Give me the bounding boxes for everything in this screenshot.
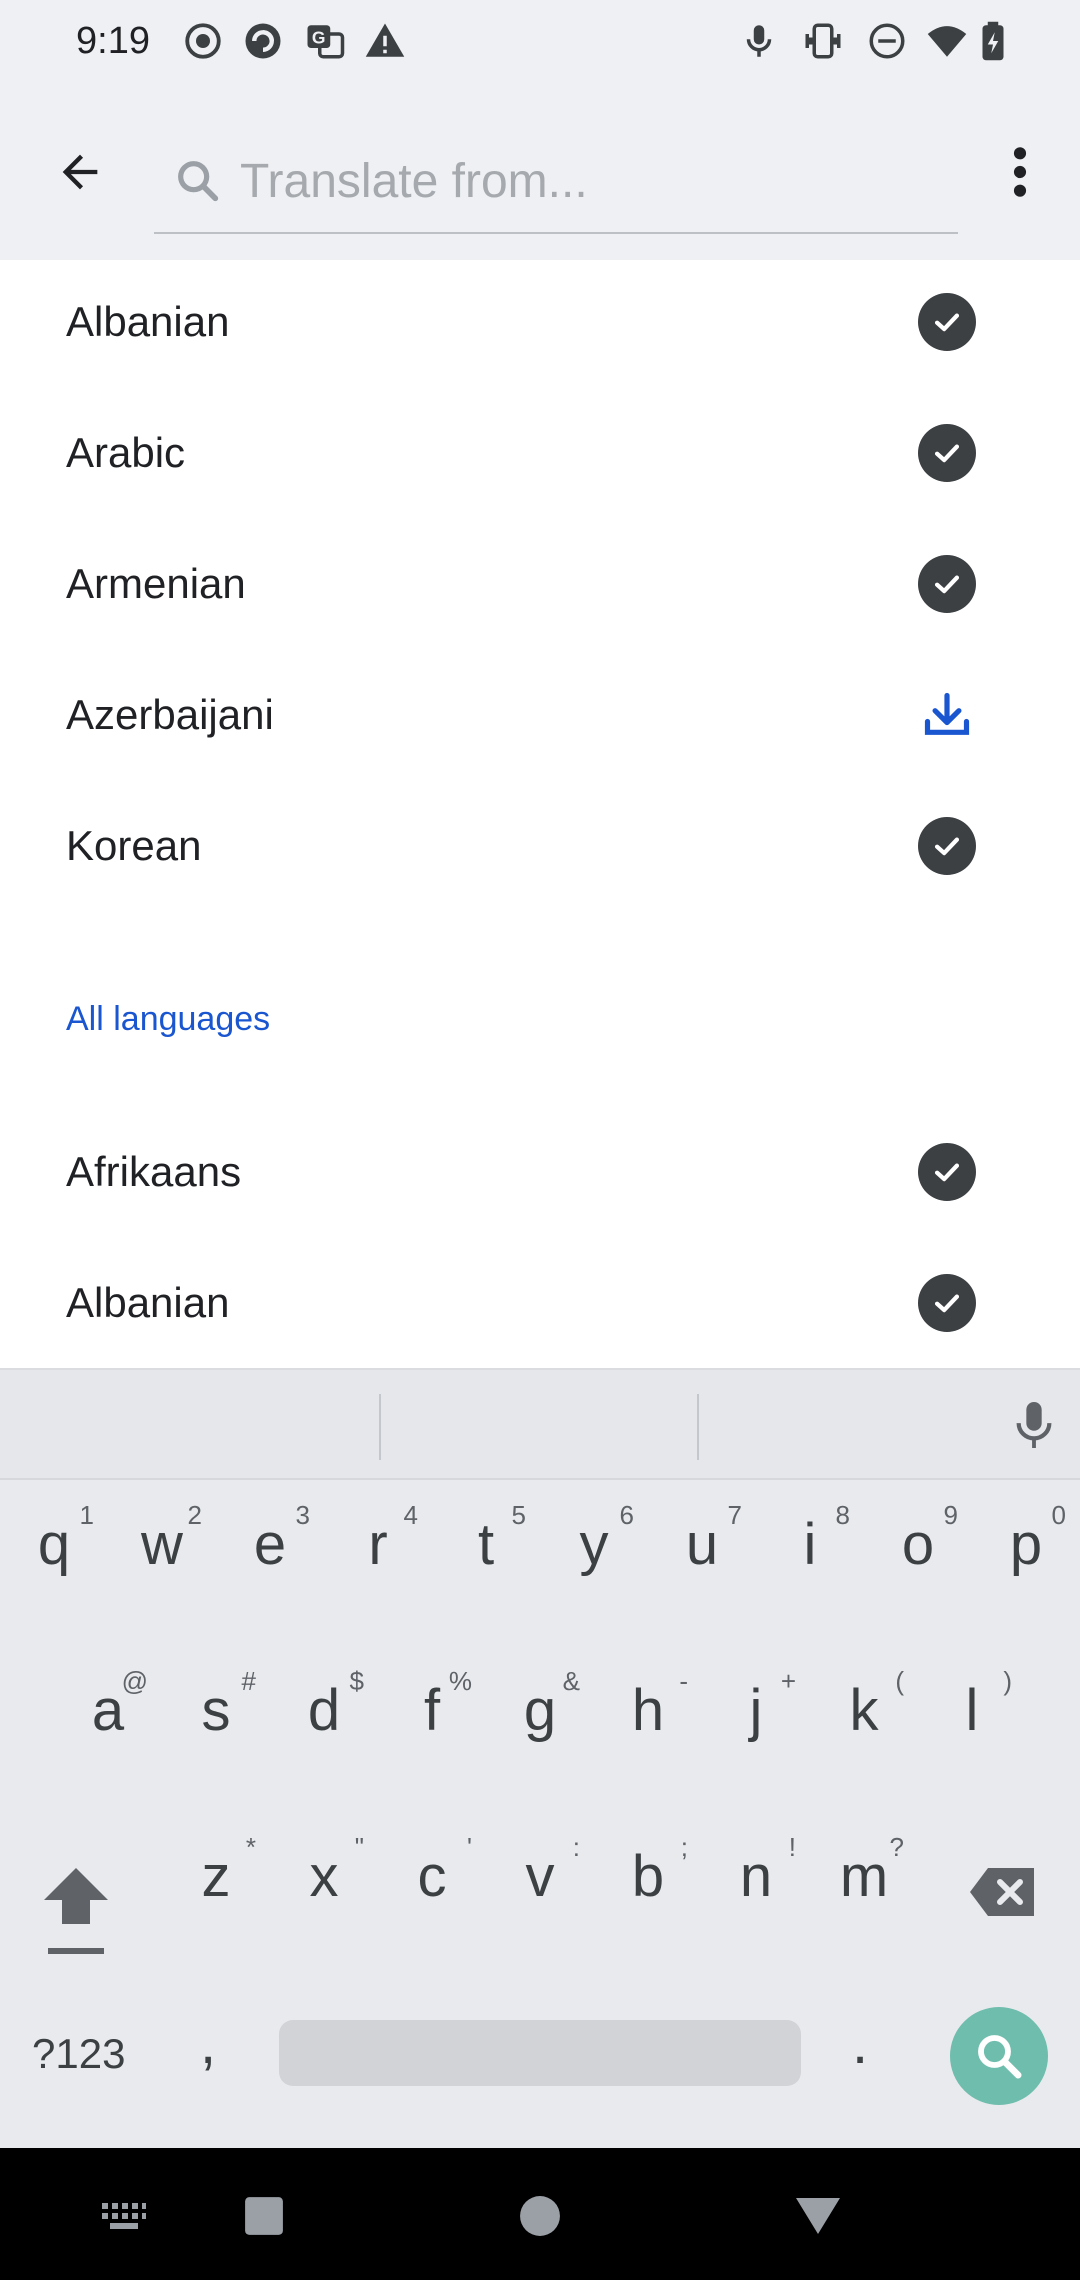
downloaded-check-icon[interactable] (918, 816, 976, 875)
recents-button[interactable] (234, 2188, 294, 2244)
language-row[interactable]: Armenian (0, 518, 1080, 649)
translate-icon: G (302, 18, 348, 64)
vibrate-icon (800, 18, 846, 64)
overflow-menu-button[interactable] (992, 132, 1048, 212)
search-enter-key[interactable] (950, 2007, 1048, 2105)
mic-icon (736, 18, 782, 64)
section-header-all-languages: All languages (66, 1000, 271, 1038)
key-h[interactable]: h- (598, 1656, 698, 1766)
downloaded-check-icon[interactable] (918, 1273, 976, 1332)
key-l[interactable]: l) (922, 1656, 1022, 1766)
language-label: Armenian (66, 559, 246, 607)
download-icon[interactable] (918, 686, 976, 744)
keyboard-switch-button[interactable] (94, 2188, 154, 2244)
record-icon (180, 18, 226, 64)
key-j[interactable]: j + (706, 1656, 806, 1766)
svg-text:G: G (312, 28, 326, 48)
language-label: Afrikaans (66, 1147, 242, 1195)
backspace-key[interactable] (968, 1862, 1040, 1922)
language-row[interactable]: Albanian (0, 260, 1080, 387)
search-icon (168, 151, 228, 211)
suggestion-strip (0, 1370, 1080, 1480)
dnd-icon (864, 18, 910, 64)
downloaded-check-icon[interactable] (918, 1142, 976, 1201)
app-bar (0, 90, 1080, 260)
key-m[interactable]: m? (814, 1822, 914, 1932)
key-c[interactable]: c ' (382, 1822, 482, 1932)
key-y[interactable]: y6 (544, 1490, 644, 1600)
suggestion-divider (697, 1394, 699, 1460)
language-row[interactable]: Arabic (0, 387, 1080, 518)
language-label: Azerbaijani (66, 690, 274, 738)
photos-icon (240, 18, 286, 64)
key-d[interactable]: d $ (274, 1656, 374, 1766)
search-field (154, 130, 958, 234)
voice-input-button[interactable] (1004, 1394, 1064, 1456)
triangle-down-icon (796, 2198, 840, 2234)
circle-icon (520, 2196, 560, 2236)
key-n[interactable]: n! (706, 1822, 806, 1932)
period-key[interactable]: . (852, 2010, 868, 2077)
language-label: Albanian (66, 1278, 230, 1326)
symbols-key[interactable]: ?123 (32, 2030, 125, 2078)
key-f[interactable]: f% (382, 1656, 482, 1766)
downloaded-check-icon[interactable] (918, 423, 976, 482)
key-p[interactable]: p0 (976, 1490, 1076, 1600)
square-icon (245, 2197, 283, 2235)
search-input[interactable] (240, 153, 920, 209)
key-k[interactable]: k( (814, 1656, 914, 1766)
more-vert-icon (1013, 147, 1027, 197)
key-z[interactable]: z * (166, 1822, 266, 1932)
key-v[interactable]: v: (490, 1822, 590, 1932)
key-x[interactable]: x " (274, 1822, 374, 1932)
key-o[interactable]: o9 (868, 1490, 968, 1600)
key-e[interactable]: e3 (220, 1490, 320, 1600)
suggestion-divider (379, 1394, 381, 1460)
key-t[interactable]: t5 (436, 1490, 536, 1600)
warning-icon (362, 18, 408, 64)
downloaded-check-icon[interactable] (918, 554, 976, 613)
language-label: Korean (66, 821, 202, 869)
language-row[interactable]: Korean (0, 780, 1080, 911)
key-q[interactable]: q1 (4, 1490, 104, 1600)
keyboard-icon (102, 2203, 146, 2229)
key-b[interactable]: b; (598, 1822, 698, 1932)
key-i[interactable]: i8 (760, 1490, 860, 1600)
wifi-icon (924, 18, 970, 64)
comma-key[interactable]: , (200, 2010, 216, 2077)
arrow-back-icon (62, 154, 98, 190)
keyboard: q1 w2 e3 r4 t5 y6 u7 i8 o9 p0 a @ s # d $ f… (0, 1368, 1080, 2148)
shift-arrow-icon (44, 1868, 108, 1954)
key-u[interactable]: u7 (652, 1490, 752, 1600)
navigation-bar (0, 2148, 1080, 2280)
shift-key[interactable] (40, 1860, 112, 1960)
language-label: Albanian (66, 297, 230, 345)
key-r[interactable]: r4 (328, 1490, 428, 1600)
mic-icon (1016, 1402, 1052, 1448)
language-row[interactable]: Azerbaijani (0, 649, 1080, 780)
key-g[interactable]: g & (490, 1656, 590, 1766)
back-nav-button[interactable] (788, 2188, 848, 2244)
downloaded-check-icon[interactable] (918, 292, 976, 351)
search-icon (978, 2035, 1022, 2079)
status-time: 9:19 (76, 20, 150, 62)
language-row[interactable]: Albanian (0, 1237, 1080, 1368)
language-list: Albanian Arabic Armenian Azerbaijani Kor… (0, 260, 1080, 1368)
backspace-icon (970, 1868, 1034, 1916)
language-label: Arabic (66, 428, 186, 476)
key-w[interactable]: w2 (112, 1490, 212, 1600)
language-row[interactable]: Afrikaans (0, 1106, 1080, 1237)
status-bar: 9:19 G (0, 0, 1080, 90)
home-button[interactable] (510, 2188, 570, 2244)
key-s[interactable]: s # (166, 1656, 266, 1766)
back-button[interactable] (40, 132, 120, 212)
key-a[interactable]: a @ (58, 1656, 158, 1766)
space-key[interactable] (279, 2020, 801, 2086)
battery-charging-icon (970, 18, 1016, 64)
